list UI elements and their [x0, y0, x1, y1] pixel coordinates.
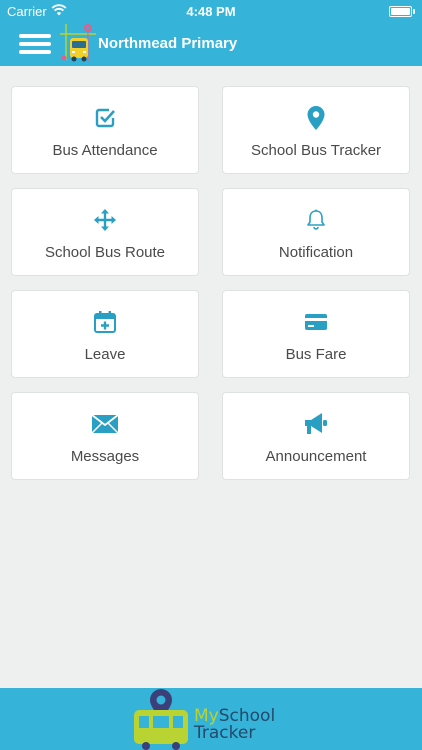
location-pin-icon: [223, 105, 409, 131]
footer-bar: MySchool Tracker: [0, 688, 422, 750]
menu-bar-line: [19, 34, 51, 38]
move-arrows-icon: [12, 207, 198, 233]
tile-label: Bus Attendance: [52, 142, 158, 159]
tile-leave[interactable]: Leave: [11, 290, 199, 378]
credit-card-icon: [223, 309, 409, 335]
top-bar: Carrier 4:48 PM Northmead Primary: [0, 0, 422, 66]
tile-label: Notification: [278, 244, 354, 261]
bell-icon: [223, 207, 409, 233]
checkbox-icon: [12, 105, 198, 131]
battery-icon: [389, 6, 415, 17]
tile-bus-attendance[interactable]: Bus Attendance: [11, 86, 199, 174]
tile-label: Announcement: [265, 448, 367, 465]
menu-bar-line: [19, 50, 51, 54]
tile-label: Messages: [70, 448, 140, 465]
tile-school-bus-tracker[interactable]: School Bus Tracker: [222, 86, 410, 174]
megaphone-icon: [223, 411, 409, 437]
status-bar: Carrier 4:48 PM: [0, 0, 422, 22]
tile-announcement[interactable]: Announcement: [222, 392, 410, 480]
tile-notification[interactable]: Notification: [222, 188, 410, 276]
brand-name: MySchool Tracker: [194, 708, 275, 742]
tile-label: Leave: [84, 346, 126, 363]
tile-school-bus-route[interactable]: School Bus Route: [11, 188, 199, 276]
brand-logo: MySchool Tracker: [132, 688, 292, 750]
hamburger-menu-button[interactable]: [19, 33, 53, 55]
nav-bar: Northmead Primary: [0, 22, 422, 66]
tile-bus-fare[interactable]: Bus Fare: [222, 290, 410, 378]
tile-label: School Bus Route: [44, 244, 166, 261]
bus-pin-logo-icon: [134, 689, 188, 750]
tile-label: Bus Fare: [285, 346, 347, 363]
tile-label: School Bus Tracker: [250, 142, 382, 159]
tile-messages[interactable]: Messages: [11, 392, 199, 480]
envelope-icon: [12, 411, 198, 437]
school-bus-logo-icon: [60, 24, 96, 62]
brand-tracker: Tracker: [194, 723, 256, 743]
page-title: Northmead Primary: [98, 35, 238, 52]
status-time: 4:48 PM: [186, 4, 236, 19]
menu-bar-line: [19, 42, 51, 46]
calendar-plus-icon: [12, 309, 198, 335]
